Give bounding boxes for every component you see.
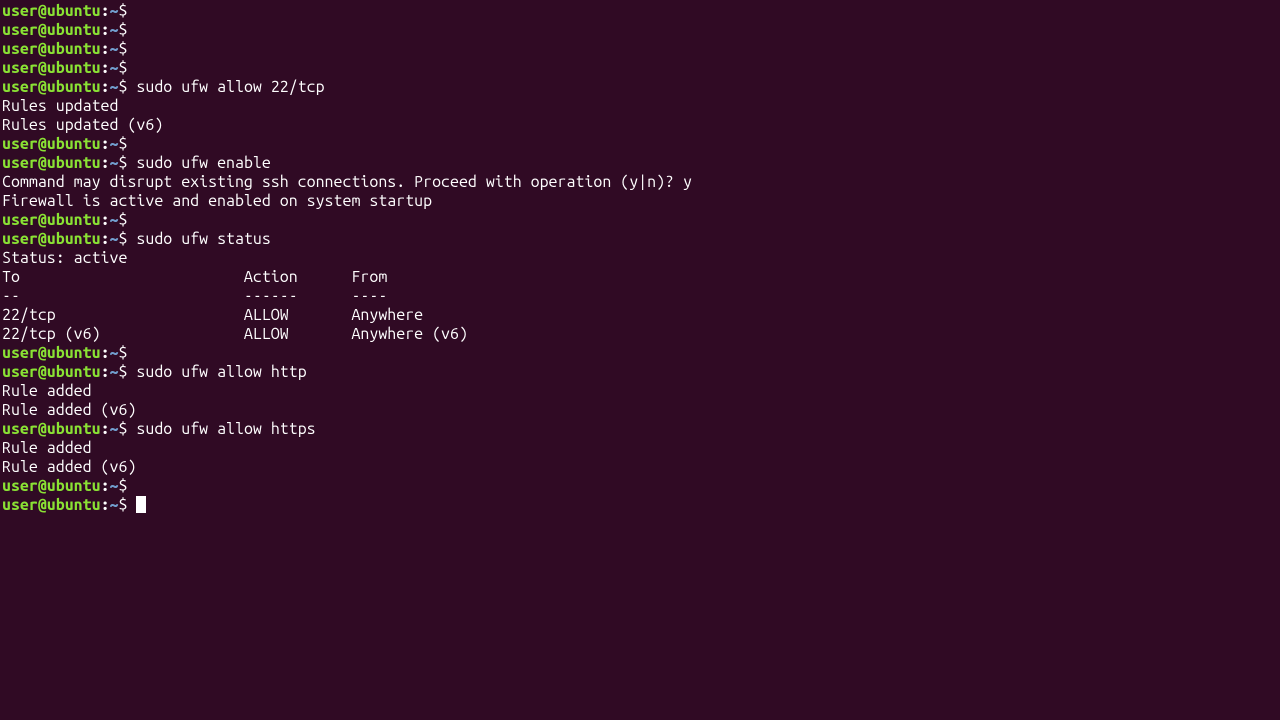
command-text: sudo ufw allow http <box>127 363 306 381</box>
prompt-user-host: user@ubuntu <box>2 230 101 248</box>
command-text <box>127 135 136 153</box>
prompt-colon: : <box>101 154 110 172</box>
prompt-line-active[interactable]: user@ubuntu:~$ <box>2 496 1280 515</box>
prompt-path: ~ <box>110 420 119 438</box>
prompt-line: user@ubuntu:~$ sudo ufw allow 22/tcp <box>2 78 1280 97</box>
prompt-path: ~ <box>110 40 119 58</box>
command-text <box>127 59 136 77</box>
prompt-user-host: user@ubuntu <box>2 40 101 58</box>
output-line: -- ------ ---- <box>2 287 1280 306</box>
output-line: 22/tcp ALLOW Anywhere <box>2 306 1280 325</box>
prompt-colon: : <box>101 420 110 438</box>
prompt-user-host: user@ubuntu <box>2 154 101 172</box>
prompt-line: user@ubuntu:~$ <box>2 477 1280 496</box>
prompt-colon: : <box>101 78 110 96</box>
command-text <box>127 344 136 362</box>
prompt-colon: : <box>101 135 110 153</box>
prompt-line: user@ubuntu:~$ sudo ufw allow http <box>2 363 1280 382</box>
output-line: Status: active <box>2 249 1280 268</box>
output-line: Rules updated <box>2 97 1280 116</box>
prompt-path: ~ <box>110 78 119 96</box>
prompt-line: user@ubuntu:~$ <box>2 344 1280 363</box>
prompt-line: user@ubuntu:~$ <box>2 21 1280 40</box>
prompt-colon: : <box>101 59 110 77</box>
prompt-user-host: user@ubuntu <box>2 2 101 20</box>
prompt-line: user@ubuntu:~$ <box>2 40 1280 59</box>
prompt-user-host: user@ubuntu <box>2 420 101 438</box>
prompt-line: user@ubuntu:~$ <box>2 59 1280 78</box>
prompt-path: ~ <box>110 154 119 172</box>
prompt-colon: : <box>101 363 110 381</box>
prompt-line: user@ubuntu:~$ sudo ufw enable <box>2 154 1280 173</box>
prompt-line: user@ubuntu:~$ sudo ufw allow https <box>2 420 1280 439</box>
output-line: To Action From <box>2 268 1280 287</box>
prompt-user-host: user@ubuntu <box>2 496 101 514</box>
prompt-path: ~ <box>110 230 119 248</box>
prompt-colon: : <box>101 211 110 229</box>
command-text: sudo ufw status <box>127 230 270 248</box>
output-line: Rule added (v6) <box>2 458 1280 477</box>
command-text <box>127 496 136 514</box>
prompt-user-host: user@ubuntu <box>2 135 101 153</box>
prompt-colon: : <box>101 477 110 495</box>
command-text <box>127 211 136 229</box>
command-text: sudo ufw enable <box>127 154 270 172</box>
output-line: Rules updated (v6) <box>2 116 1280 135</box>
prompt-path: ~ <box>110 135 119 153</box>
cursor-icon <box>136 496 146 513</box>
prompt-colon: : <box>101 496 110 514</box>
prompt-line: user@ubuntu:~$ sudo ufw status <box>2 230 1280 249</box>
prompt-path: ~ <box>110 211 119 229</box>
command-text: sudo ufw allow 22/tcp <box>127 78 324 96</box>
prompt-line: user@ubuntu:~$ <box>2 211 1280 230</box>
output-line: Rule added <box>2 439 1280 458</box>
output-line: Firewall is active and enabled on system… <box>2 192 1280 211</box>
prompt-path: ~ <box>110 344 119 362</box>
prompt-colon: : <box>101 2 110 20</box>
prompt-path: ~ <box>110 2 119 20</box>
prompt-user-host: user@ubuntu <box>2 363 101 381</box>
output-line: Rule added (v6) <box>2 401 1280 420</box>
prompt-user-host: user@ubuntu <box>2 59 101 77</box>
output-line: Command may disrupt existing ssh connect… <box>2 173 1280 192</box>
prompt-path: ~ <box>110 496 119 514</box>
prompt-colon: : <box>101 344 110 362</box>
prompt-path: ~ <box>110 363 119 381</box>
prompt-path: ~ <box>110 59 119 77</box>
prompt-user-host: user@ubuntu <box>2 78 101 96</box>
prompt-line: user@ubuntu:~$ <box>2 135 1280 154</box>
prompt-path: ~ <box>110 21 119 39</box>
prompt-colon: : <box>101 230 110 248</box>
command-text <box>127 21 136 39</box>
prompt-user-host: user@ubuntu <box>2 211 101 229</box>
prompt-user-host: user@ubuntu <box>2 344 101 362</box>
prompt-path: ~ <box>110 477 119 495</box>
command-text <box>127 40 136 58</box>
output-line: 22/tcp (v6) ALLOW Anywhere (v6) <box>2 325 1280 344</box>
terminal-output[interactable]: user@ubuntu:~$ user@ubuntu:~$ user@ubunt… <box>2 2 1280 515</box>
command-text <box>127 477 136 495</box>
prompt-user-host: user@ubuntu <box>2 21 101 39</box>
prompt-line: user@ubuntu:~$ <box>2 2 1280 21</box>
prompt-user-host: user@ubuntu <box>2 477 101 495</box>
prompt-colon: : <box>101 21 110 39</box>
command-text: sudo ufw allow https <box>127 420 315 438</box>
output-line: Rule added <box>2 382 1280 401</box>
command-text <box>127 2 136 20</box>
prompt-colon: : <box>101 40 110 58</box>
